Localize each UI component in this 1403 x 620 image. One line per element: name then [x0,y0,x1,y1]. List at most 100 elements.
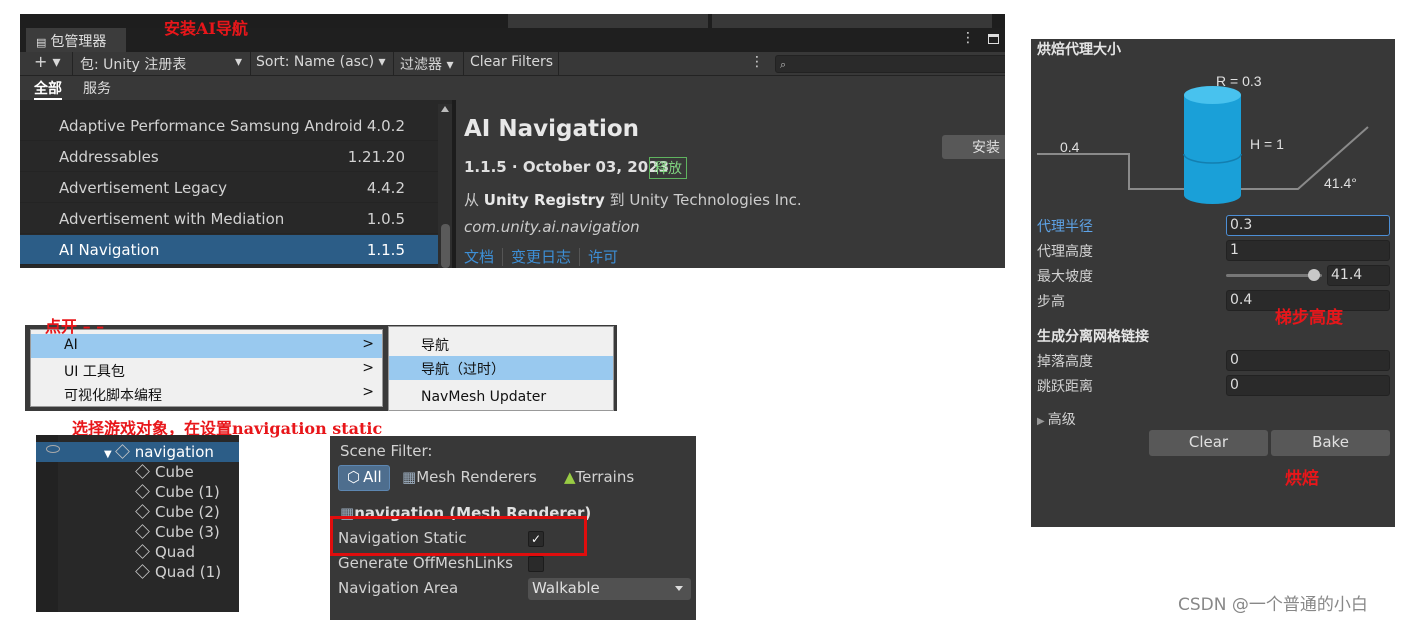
height-label: H = 1 [1250,136,1284,152]
clear-filters-button[interactable]: Clear Filters [470,54,553,70]
hierarchy-root[interactable]: ▼ navigation [104,443,214,461]
package-name: Addressables [59,148,159,166]
hierarchy-child[interactable]: Quad (1) [135,563,221,581]
submenu-label: 导航 [421,338,449,354]
gameobject-icon [135,464,150,479]
package-detail-pane: AI Navigation 1.1.5 · October 03, 2023 释… [456,100,1005,268]
changelog-link[interactable]: 变更日志 [511,248,581,266]
package-version: 1.21.20 [347,148,405,166]
annotation-bake: 烘焙 [1285,469,1319,489]
radius-label: R = 0.3 [1216,73,1262,89]
expand-arrow-icon[interactable]: ▼ [104,449,112,460]
tab-services[interactable]: 服务 [83,78,111,98]
step-outline [1037,153,1186,190]
slope-label: 41.4° [1324,175,1357,191]
menu-item-label: UI 工具包 [64,364,125,380]
package-row[interactable]: Adaptive Performance Samsung Android 4.0… [20,111,438,141]
hierarchy-child[interactable]: Cube (1) [135,483,220,501]
annotation-step-height: 梯步高度 [1275,308,1343,328]
gameobject-icon [135,504,150,519]
advanced-foldout[interactable]: ▶ 高级 [1037,409,1076,429]
visibility-eye-icon[interactable] [46,445,60,453]
gameobject-name: navigation [134,443,214,461]
hierarchy-child[interactable]: Cube [135,463,194,481]
package-list-scrollbar[interactable] [438,104,452,268]
submenu-label: NavMesh Updater [421,389,547,405]
tab-package-manager[interactable]: ▤ 包管理器 [26,28,126,52]
menu-item-ui-toolkit[interactable]: UI 工具包 > [31,358,382,382]
maximize-icon[interactable] [988,34,999,44]
step-label: 0.4 [1060,139,1080,155]
offmesh-links-checkbox[interactable] [528,556,544,572]
scrollbar-thumb[interactable] [441,224,450,268]
tab-all[interactable]: 全部 [34,78,62,100]
caret-down-icon: ▾ [235,54,243,70]
filter-mesh-renderers-button[interactable]: ▦Mesh Renderers [402,468,537,486]
divider [72,52,73,76]
add-package-button[interactable]: + ▾ [34,52,61,71]
gameobject-name: Cube [155,463,194,481]
gameobject-name: Cube (1) [155,483,220,501]
max-slope-slider[interactable] [1226,269,1322,281]
more-options-icon[interactable]: ⋮ [750,54,764,70]
package-row[interactable]: Addressables 1.21.20 [20,142,438,172]
tab-menu-icon[interactable]: ⋮ [961,30,975,46]
bake-button[interactable]: Bake [1271,430,1390,456]
hierarchy-child[interactable]: Cube (2) [135,503,220,521]
cube-icon: ⬡ [347,468,361,486]
jump-distance-field[interactable]: 0 [1226,375,1390,396]
package-id: com.unity.ai.navigation [464,218,640,236]
package-row[interactable]: Advertisement with Mediation 1.0.5 [20,204,438,234]
agent-radius-field[interactable]: 0.3 [1226,215,1390,236]
divider [558,52,559,76]
caret-right-icon: ▶ [1037,416,1045,427]
hierarchy-child[interactable]: Quad [135,543,195,561]
offmesh-title: 生成分离网格链接 [1037,329,1149,345]
divider [250,52,251,76]
advanced-label: 高级 [1047,412,1076,428]
package-row[interactable]: Advertisement Legacy 4.4.2 [20,173,438,203]
package-name: Advertisement Legacy [59,179,228,197]
submenu-item-navigation-obsolete[interactable]: 导航（过时） [389,356,613,380]
submenu-item-navigation[interactable]: 导航 [389,332,613,356]
package-name: AI Navigation [59,241,160,259]
filter-terrains-button[interactable]: ▲Terrains [564,468,634,486]
submenu-item-navmesh-updater[interactable]: NavMesh Updater [389,386,613,410]
menu-item-visual-scripting[interactable]: 可视化脚本编程 > [31,382,382,406]
menu-item-ai[interactable]: AI > [31,334,382,358]
install-button[interactable]: 安装 [942,135,1005,159]
package-row-selected[interactable]: AI Navigation 1.1.5 [20,235,438,265]
chevron-right-icon: > [362,360,374,376]
search-input[interactable]: ⌕ [775,55,1005,73]
company-name: Unity Technologies Inc. [629,191,802,209]
hierarchy-child[interactable]: Cube (3) [135,523,220,541]
chevron-right-icon: > [362,336,374,352]
docs-link[interactable]: 文档 [464,248,504,266]
clear-button[interactable]: Clear [1149,430,1268,456]
license-link[interactable]: 许可 [588,248,626,266]
navigation-bake-panel: 烘焙代理大小 R = 0.3 H = 1 0.4 41.4° 代理半径 0.3 … [1031,39,1395,527]
scroll-up-icon[interactable] [441,106,449,112]
divider [463,52,464,76]
slider-thumb[interactable] [1308,269,1321,281]
chevron-right-icon: > [362,384,374,400]
top-tab-2[interactable] [712,14,992,28]
filter-all-button[interactable]: ⬡ All [338,465,390,491]
max-slope-label: 最大坡度 [1037,269,1093,285]
packages-source-dropdown[interactable]: 包: Unity 注册表 [80,54,186,74]
gameobject-icon [135,564,150,579]
max-slope-field[interactable]: 41.4 [1327,265,1390,286]
window-list-icon: ▤ [36,36,47,49]
menu-left-panel: AI > UI 工具包 > 可视化脚本编程 > [30,329,383,407]
package-source-line: 从 Unity Registry 到 Unity Technologies In… [464,189,802,210]
filter-dropdown[interactable]: 过滤器 ▾ [400,54,453,74]
dropdown-value: Walkable [532,579,600,597]
submenu-label: 导航（过时） [421,362,505,378]
drop-height-field[interactable]: 0 [1226,350,1390,371]
top-tab-1[interactable] [508,14,708,28]
agent-height-field[interactable]: 1 [1226,240,1390,261]
navigation-area-dropdown[interactable]: Walkable [528,578,691,600]
terrain-icon: ▲ [564,468,576,486]
sort-dropdown[interactable]: Sort: Name (asc) ▾ [256,54,386,70]
agent-cylinder [1184,95,1241,195]
